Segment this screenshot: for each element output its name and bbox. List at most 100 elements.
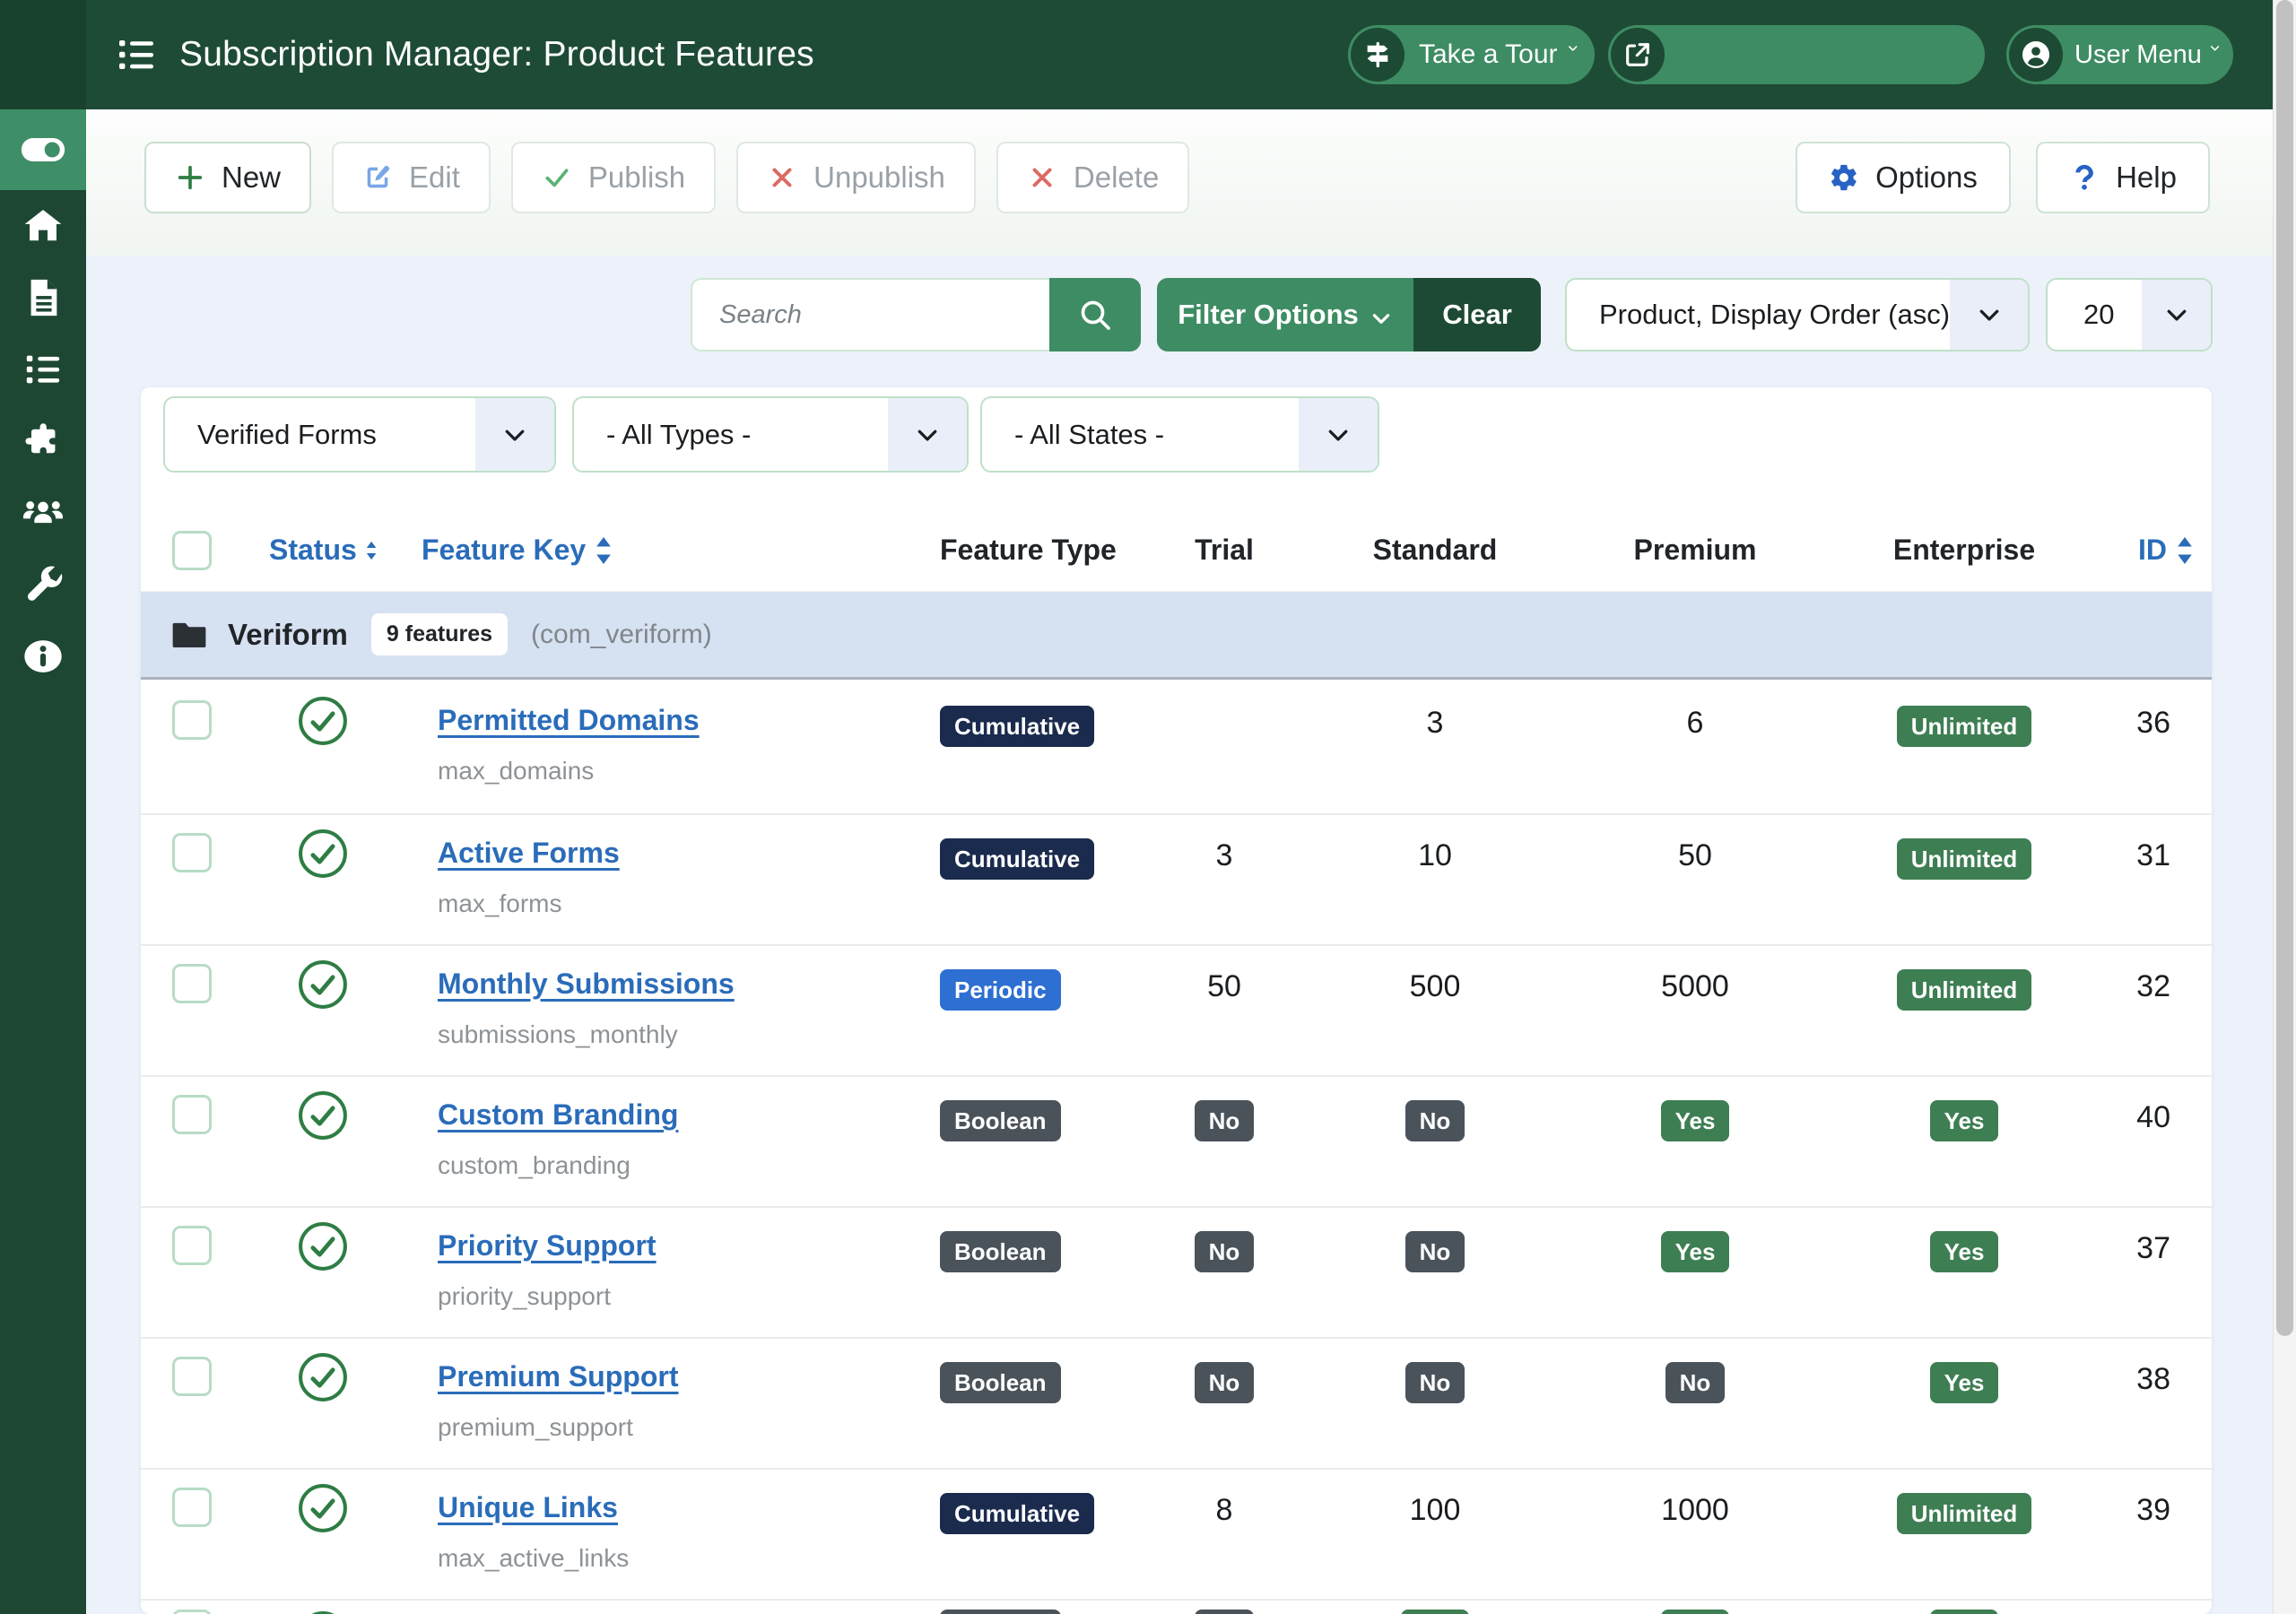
value-text: 3 <box>1216 838 1233 873</box>
help-button[interactable]: Help <box>2036 142 2210 213</box>
value-badge: Yes <box>1930 1362 1999 1403</box>
table-row: Priority Supportpriority_supportBooleanN… <box>141 1206 2212 1337</box>
published-check-icon <box>297 959 349 1011</box>
check-icon <box>542 162 572 193</box>
value-text: 3 <box>1427 706 1444 741</box>
value-text: 8 <box>1216 1493 1233 1528</box>
row-checkbox[interactable] <box>172 833 212 872</box>
type-filter-select[interactable]: - All Types - <box>572 396 969 473</box>
feature-link[interactable]: Permitted Domains <box>438 704 700 737</box>
column-header-feature-type: Feature Type <box>933 534 1157 567</box>
sidebar-item-document[interactable] <box>0 262 86 334</box>
feature-type-badge: Cumulative <box>940 1493 1094 1534</box>
filter-options-button[interactable]: Filter Options <box>1157 278 1413 351</box>
select-all-checkbox[interactable] <box>172 531 212 570</box>
value-badge: No <box>1405 1100 1465 1141</box>
question-icon <box>2069 162 2100 193</box>
published-status-icon[interactable] <box>297 1351 349 1403</box>
feature-link[interactable]: Unique Links <box>438 1491 618 1524</box>
page-size-select[interactable]: 20 <box>2046 278 2213 351</box>
folder-icon <box>170 616 208 654</box>
product-filter-select[interactable]: Verified Forms <box>163 396 556 473</box>
delete-button[interactable]: Delete <box>996 142 1189 213</box>
group-feature-count-badge: 9 features <box>371 613 508 655</box>
user-menu-button[interactable]: User Menu <box>2006 25 2233 84</box>
column-header-feature-key[interactable]: Feature Key <box>377 534 933 567</box>
table-row: Premium Supportpremium_supportBooleanNoN… <box>141 1337 2212 1468</box>
table-body: Permitted Domainsmax_domainsCumulative36… <box>141 682 2212 1614</box>
feature-link[interactable]: Active Forms <box>438 837 620 870</box>
sidebar-item-toggle[interactable] <box>0 109 86 190</box>
column-header-trial: Trial <box>1157 534 1292 567</box>
published-status-icon[interactable] <box>297 1089 349 1141</box>
sidebar-item-list[interactable] <box>0 334 86 405</box>
feature-type-badge: Boolean <box>940 1610 1061 1614</box>
sidebar-item-wrench[interactable] <box>0 549 86 620</box>
feature-link[interactable]: Priority Support <box>438 1229 657 1263</box>
published-status-icon[interactable] <box>297 1220 349 1272</box>
table-row: Active Formsmax_formsCumulative31050Unli… <box>141 813 2212 944</box>
published-status-icon[interactable] <box>297 695 349 747</box>
new-button[interactable]: New <box>144 142 311 213</box>
sidebar-item-users[interactable] <box>0 477 86 549</box>
value-text: 6 <box>1687 706 1704 741</box>
sidebar-item-home[interactable] <box>0 190 86 262</box>
menu-list-icon[interactable] <box>115 33 158 76</box>
feature-link[interactable]: Custom Branding <box>438 1098 678 1132</box>
options-button[interactable]: Options <box>1796 142 2011 213</box>
chevron-down-icon <box>2209 42 2221 67</box>
published-check-icon <box>297 1610 349 1614</box>
publish-button[interactable]: Publish <box>511 142 716 213</box>
edit-button[interactable]: Edit <box>332 142 491 213</box>
clear-button[interactable]: Clear <box>1413 278 1541 351</box>
preview-link-button[interactable] <box>1608 25 1985 84</box>
product-filter-value: Verified Forms <box>165 419 475 451</box>
published-status-icon[interactable] <box>297 959 349 1011</box>
row-checkbox[interactable] <box>172 964 212 1003</box>
published-status-icon[interactable] <box>297 828 349 880</box>
table-header: Status Feature Key Feature Type Trial St… <box>141 509 2212 592</box>
row-checkbox[interactable] <box>172 1488 212 1527</box>
value-badge: Yes <box>1930 1231 1999 1272</box>
feature-key: priority_support <box>438 1282 933 1311</box>
content-card: Verified Forms - All Types - - All State… <box>141 387 2212 1614</box>
table-row: BooleanNoYesYesYes <box>141 1599 2212 1614</box>
feature-key: max_active_links <box>438 1544 933 1573</box>
feature-link[interactable]: Premium Support <box>438 1360 678 1393</box>
scrollbar-track[interactable] <box>2273 0 2296 1614</box>
value-badge: No <box>1665 1362 1726 1403</box>
row-checkbox[interactable] <box>172 1095 212 1134</box>
group-component: (com_veriform) <box>531 620 712 650</box>
scrollbar-thumb[interactable] <box>2276 0 2293 1336</box>
search-button[interactable] <box>1049 278 1141 351</box>
search-input[interactable] <box>691 278 1051 351</box>
sidebar-item-puzzle[interactable] <box>0 405 86 477</box>
row-checkbox[interactable] <box>172 1610 212 1614</box>
published-status-icon[interactable] <box>297 1482 349 1534</box>
feature-key: custom_branding <box>438 1151 933 1180</box>
published-status-icon[interactable] <box>297 1610 349 1614</box>
sort-order-select[interactable]: Product, Display Order (asc) <box>1565 278 2030 351</box>
published-check-icon <box>297 1089 349 1141</box>
unpublish-button[interactable]: Unpublish <box>736 142 976 213</box>
sidebar-item-info[interactable] <box>0 620 86 692</box>
puzzle-icon <box>22 421 64 462</box>
column-header-enterprise: Enterprise <box>1812 534 2117 567</box>
plus-icon <box>175 162 205 193</box>
value-badge: No <box>1195 1100 1255 1141</box>
value-badge: Unlimited <box>1897 838 2031 880</box>
take-a-tour-button[interactable]: Take a Tour <box>1348 25 1595 84</box>
row-checkbox[interactable] <box>172 1226 212 1265</box>
column-header-id[interactable]: ID <box>2117 534 2212 567</box>
chevron-down-icon <box>888 398 967 471</box>
feature-link[interactable]: Monthly Submissions <box>438 968 735 1001</box>
sort-icon <box>595 537 613 564</box>
value-badge: No <box>1405 1231 1465 1272</box>
x-icon <box>767 162 797 193</box>
column-header-status[interactable]: Status <box>269 534 377 567</box>
state-filter-select[interactable]: - All States - <box>980 396 1379 473</box>
row-checkbox[interactable] <box>172 700 212 740</box>
sidebar-header <box>0 0 86 109</box>
row-checkbox[interactable] <box>172 1357 212 1396</box>
pencil-square-icon <box>362 162 393 193</box>
